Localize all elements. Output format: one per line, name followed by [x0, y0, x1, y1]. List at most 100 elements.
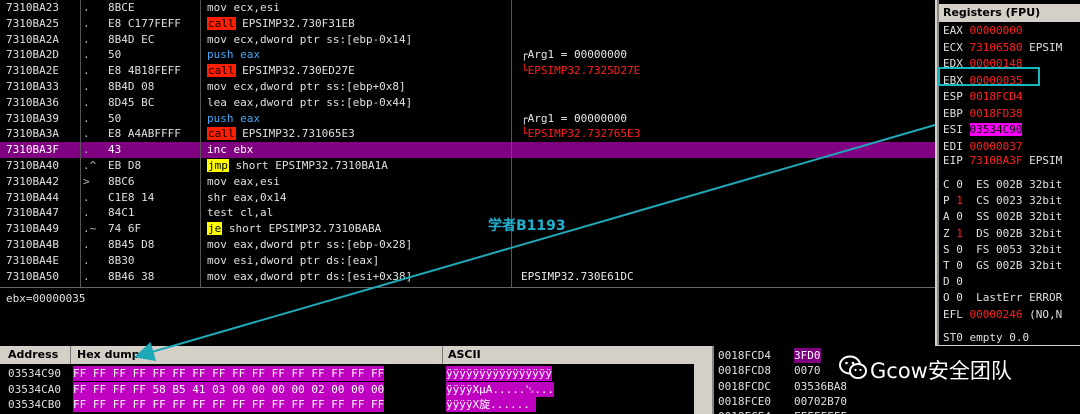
register-esp[interactable]: ESP 0018FCD4 [943, 90, 1022, 103]
disasm-row[interactable]: 7310BA44. C1E8 14 shr eax,0x14 [0, 190, 935, 206]
disasm-bytes: E8 4B18FEFF [108, 64, 181, 78]
stack-value: 3FD0 [794, 348, 821, 363]
register-ebp[interactable]: EBP 0018FD38 [943, 107, 1022, 120]
dump-col-ascii[interactable]: ASCII [448, 348, 481, 361]
disasm-bytes: 43 [108, 143, 122, 157]
register-eax[interactable]: EAX 00000000 [943, 24, 1022, 37]
disasm-instruction: mov eax,esi [207, 174, 280, 188]
disasm-marker: . [83, 269, 90, 283]
disasm-marker: . [83, 143, 90, 157]
disasm-address: 7310BA2E [6, 64, 59, 78]
dump-hex: FF FF FF FF 58 B5 41 03 00 00 00 00 02 0… [73, 381, 385, 397]
register-ecx[interactable]: ECX 73106580 EPSIM [943, 41, 1062, 54]
disasm-row[interactable]: 7310BA2D. 50 push eax ┌Arg1 = 00000000 [0, 47, 935, 63]
disasm-instruction: lea eax,dword ptr ss:[ebp-0x44] [207, 95, 413, 109]
cpu-disassembly-pane[interactable]: 7310BA23. 8BCE mov ecx,esi 7310BA25. E8 C177… [0, 0, 935, 287]
disasm-row[interactable]: 7310BA36. 8D45 BC lea eax,dword ptr ss:[eb… [0, 95, 935, 111]
disasm-instruction: shr eax,0x14 [207, 190, 287, 204]
stack-address: 0018FCE0 [718, 394, 771, 408]
dump-ascii: ÿÿÿÿXµA.....␂... [446, 381, 555, 397]
disasm-bytes: 8B4D 08 [108, 79, 155, 93]
disasm-row[interactable]: 7310BA42 >8BC6 mov eax,esi [0, 174, 935, 190]
disasm-address: 7310BA4E [6, 253, 59, 267]
dump-col-address[interactable]: Address [8, 348, 58, 361]
header-divider [70, 346, 71, 364]
arg-comment: └EPSIMP32.732765E3 [521, 127, 641, 141]
register-eip[interactable]: EIP 7310BA3F EPSIM [943, 154, 1062, 167]
disasm-instruction: push eax [207, 48, 260, 62]
disasm-marker: . [83, 1, 90, 14]
disasm-row[interactable]: 7310BA4E. 8B30 mov esi,dword ptr ds:[eax] [0, 253, 935, 269]
flag-a[interactable]: A 0 SS 002B 32bit [943, 210, 1062, 223]
hex-dump-pane[interactable]: Address Hex dump ASCII 03534C90 FF FF FF … [0, 346, 694, 414]
dump-ascii: ÿÿÿÿX旋...... [446, 397, 537, 412]
disasm-instruction: push eax [207, 111, 260, 125]
disasm-row[interactable]: 7310BA33. 8B4D 08 mov ecx,dword ptr ss:[eb… [0, 79, 935, 95]
disasm-instruction: test cl,al [207, 206, 274, 220]
disasm-bytes: 8B45 D8 [108, 237, 155, 251]
fpu-st0[interactable]: ST0 empty 0.0 [943, 331, 1029, 344]
flag-d[interactable]: D 0 [943, 275, 963, 288]
registers-pane[interactable]: Registers (FPU) EAX 00000000 ECX 73106580… [937, 0, 1080, 345]
disasm-bytes: C1E8 14 [108, 190, 155, 204]
disasm-marker: . [83, 253, 90, 267]
dump-row[interactable]: 03534CB0 FF FF FF FF FF FF FF FF FF FF FF… [0, 397, 694, 412]
disasm-row[interactable]: 7310BA2E. E8 4B18FEFF call EPSIMP32.730ED2… [0, 63, 935, 79]
disasm-bytes: EB D8 [108, 158, 142, 172]
flag-c[interactable]: C 0 ES 002B 32bit [943, 178, 1062, 191]
disasm-instruction: call EPSIMP32.730F31EB [207, 16, 355, 30]
disasm-row[interactable]: 7310BA3A. E8 A4ABFFFF call EPSIMP32.731065… [0, 126, 935, 142]
disassembly-rows: 7310BA23. 8BCE mov ecx,esi 7310BA25. E8 C177… [0, 0, 935, 287]
disasm-row[interactable]: 7310BA49 .~ 74 6F je short EPSIMP32.7310BAB… [0, 221, 935, 237]
disasm-bytes: 8B4D EC [108, 32, 155, 46]
register-edi[interactable]: EDI 00000037 [943, 140, 1022, 153]
stack-row[interactable]: 0018FCE4 FFFFFFFF [714, 409, 1080, 414]
dump-col-hex[interactable]: Hex dump [77, 348, 140, 361]
arg-comment: └EPSIMP32.7325D27E [521, 64, 641, 78]
stack-address: 0018FCDC [718, 379, 771, 393]
disasm-row[interactable]: 7310BA3F. 43 inc ebx [0, 142, 935, 158]
disasm-marker: . [83, 64, 90, 78]
info-text: ebx=00000035 [6, 292, 86, 305]
disasm-row[interactable]: 7310BA39. 50 push eax ┌Arg1 = 00000000 [0, 111, 935, 127]
disasm-instruction: je short EPSIMP32.7310BABA [207, 222, 382, 236]
disasm-row[interactable]: 7310BA23. 8BCE mov ecx,esi [0, 0, 935, 16]
disasm-address: 7310BA4B [6, 237, 59, 251]
disasm-address: 7310BA47 [6, 206, 59, 220]
dump-row[interactable]: 03534C90 FF FF FF FF FF FF FF FF FF FF FF… [0, 366, 694, 381]
flag-o[interactable]: O 0 LastErr ERROR [943, 291, 1062, 304]
disasm-marker: . [83, 95, 90, 109]
disasm-bytes: 74 6F [108, 222, 142, 236]
disasm-row[interactable]: 7310BA25. E8 C177FEFF call EPSIMP32.730F31… [0, 16, 935, 32]
disasm-address: 7310BA40 [6, 158, 59, 172]
disasm-marker: . [83, 16, 90, 30]
info-pane: ebx=00000035 [0, 287, 935, 346]
dump-hex: FF FF FF FF FF FF FF FF FF FF FF FF FF F… [73, 397, 385, 412]
brand-watermark: Gcow安全团队 [838, 350, 1068, 390]
column-divider [200, 0, 201, 287]
arg-comment: ┌Arg1 = 00000000 [521, 111, 627, 125]
flag-s[interactable]: S 0 FS 0053 32bit [943, 243, 1062, 256]
disasm-row[interactable]: 7310BA40 .^ EB D8 jmp short EPSIMP32.7310BA… [0, 158, 935, 174]
flag-t[interactable]: T 0 GS 002B 32bit [943, 259, 1062, 272]
disasm-marker: > [83, 174, 90, 188]
disasm-instruction: call EPSIMP32.730ED27E [207, 64, 355, 78]
header-divider [442, 346, 443, 364]
flag-p[interactable]: P 1 CS 0023 32bit [943, 194, 1062, 207]
disasm-row[interactable]: 7310BA50. 8B46 38 mov eax,dword ptr ds:[es… [0, 269, 935, 285]
disasm-row[interactable]: 7310BA2A. 8B4D EC mov ecx,dword ptr ss:[eb… [0, 32, 935, 48]
register-efl[interactable]: EFL 00000246 (NO,N [943, 308, 1062, 321]
flag-z[interactable]: Z 1 DS 002B 32bit [943, 227, 1062, 240]
wechat-icon [839, 355, 867, 379]
stack-row[interactable]: 0018FCE0 00702B70 [714, 394, 1080, 409]
disasm-bytes: E8 C177FEFF [108, 16, 181, 30]
disasm-instruction: mov ecx,dword ptr ss:[ebp+0x8] [207, 79, 406, 93]
dump-address: 03534CB0 [8, 398, 61, 411]
dump-row[interactable]: 03534CA0 FF FF FF FF 58 B5 41 03 00 00 00… [0, 381, 694, 397]
register-esi[interactable]: ESI 03534C90 [943, 123, 1023, 136]
disasm-marker: . [83, 237, 90, 251]
disasm-address: 7310BA3A [6, 127, 59, 141]
disasm-row[interactable]: 7310BA4B. 8B45 D8 mov eax,dword ptr ss:[eb… [0, 237, 935, 253]
disasm-row[interactable]: 7310BA47. 84C1 test cl,al [0, 205, 935, 221]
disasm-address: 7310BA44 [6, 190, 59, 204]
